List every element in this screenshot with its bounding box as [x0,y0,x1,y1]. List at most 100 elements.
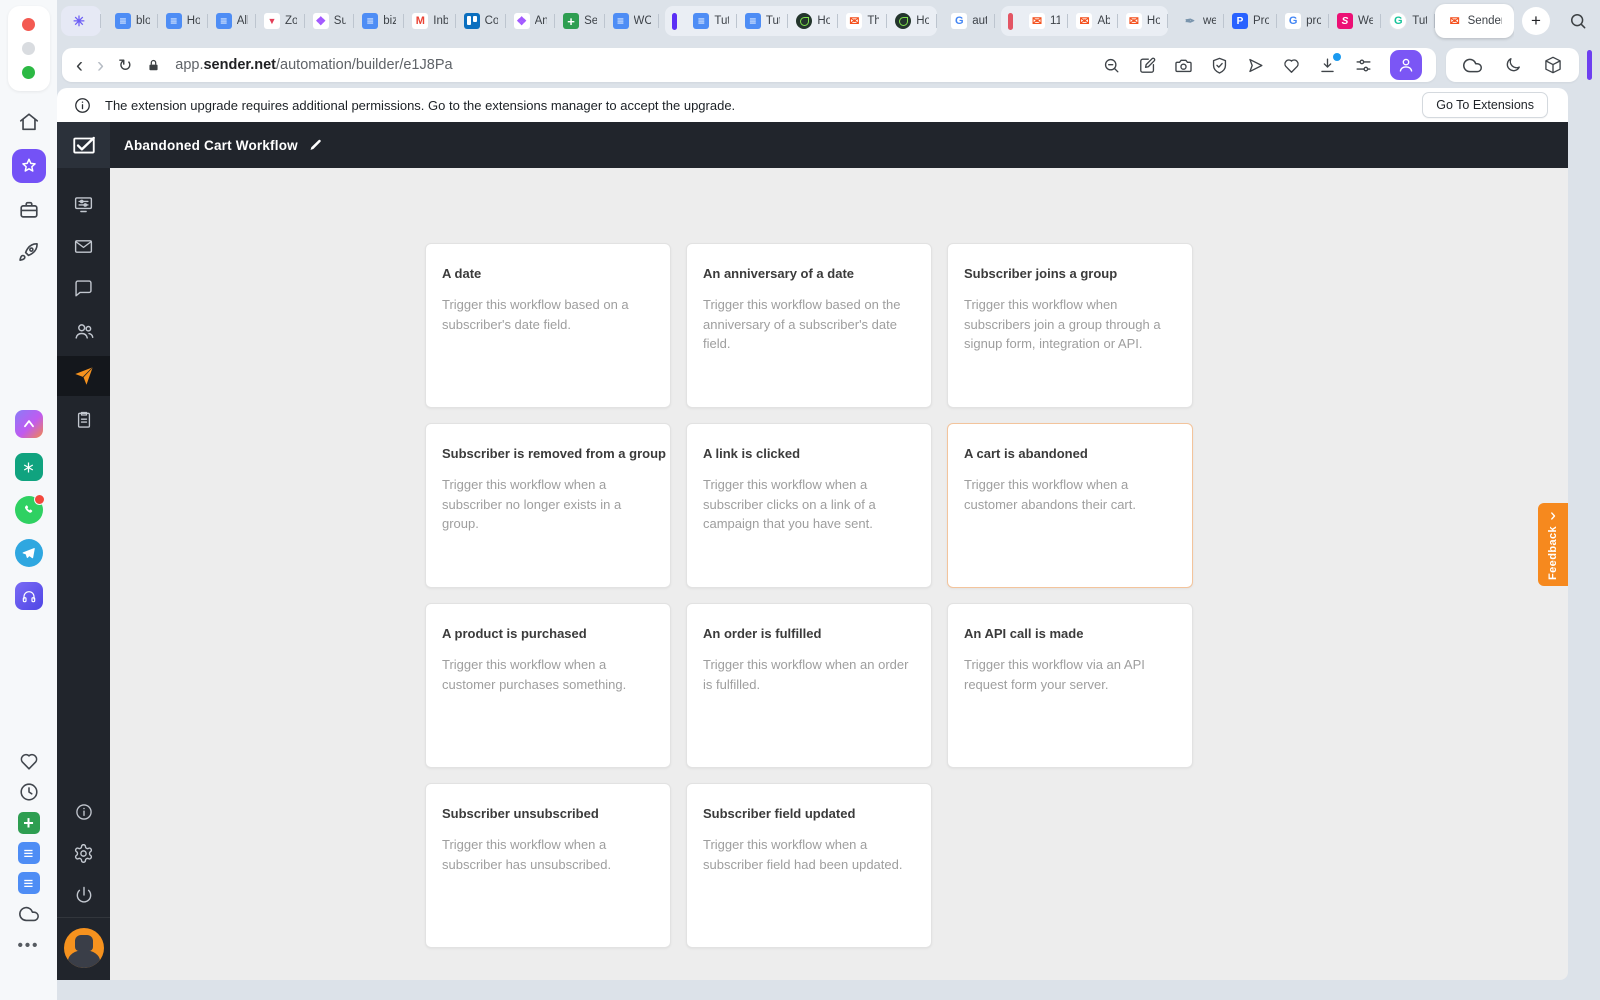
workflow-header: Abandoned Cart Workflow [57,122,1568,168]
sheets-app-icon[interactable] [17,812,40,834]
feedback-tab[interactable]: Feedback [1538,503,1568,586]
browser-tab[interactable]: Ho [1117,6,1169,36]
browser-tab[interactable]: We [1329,6,1382,36]
browser-tab[interactable]: Th [838,6,888,36]
trigger-card[interactable]: An order is fulfilled Trigger this workf… [686,603,932,768]
browser-tab[interactable] [664,6,686,36]
browser-tab[interactable]: we [1174,6,1225,36]
trigger-card[interactable]: Subscriber field updated Trigger this wo… [686,783,932,948]
home-icon[interactable] [18,111,40,133]
cloud-icon[interactable] [18,903,40,925]
browser-tab[interactable]: Ho [887,6,938,36]
arc-app-icon[interactable] [14,410,43,438]
trigger-card[interactable]: An API call is made Trigger this workflo… [947,603,1193,768]
automation-icon[interactable] [57,356,110,396]
browser-tab[interactable]: WC [605,6,660,36]
browser-tab[interactable]: Su [305,6,355,36]
chat-icon[interactable] [73,278,94,299]
forms-icon[interactable] [74,410,94,430]
minimize-window-button[interactable] [22,42,35,55]
cube-extension-icon[interactable] [1543,55,1563,75]
docs-app-icon[interactable] [17,842,40,864]
camera-icon[interactable] [1174,56,1193,75]
docs-app-icon[interactable] [17,872,40,894]
chatgpt-app-icon[interactable] [14,453,43,481]
trigger-card[interactable]: A cart is abandoned Trigger this workflo… [947,423,1193,588]
rocket-icon[interactable] [17,241,40,264]
browser-tab[interactable]: Tut [1381,6,1436,36]
tab-search-icon[interactable] [1568,11,1588,31]
browser-tab[interactable]: Zo [256,6,305,36]
browser-tab[interactable]: 11 [1021,6,1069,36]
trigger-card[interactable]: Subscriber is removed from a group Trigg… [425,423,671,588]
close-window-button[interactable] [22,18,35,31]
scroll-indicator[interactable] [1587,50,1592,80]
compose-icon[interactable] [1138,56,1157,75]
browser-tab[interactable] [1000,6,1022,36]
profile-button[interactable] [1390,50,1422,80]
browser-tab[interactable]: pro [1277,6,1329,36]
browser-tab[interactable]: Sender [1434,4,1514,38]
heart-icon[interactable] [1282,56,1301,75]
download-icon[interactable] [1318,52,1341,75]
zoom-out-icon[interactable] [1102,56,1121,75]
telegram-app-icon[interactable] [14,539,43,567]
trigger-card[interactable]: A date Trigger this workflow based on a … [425,243,671,408]
maximize-window-button[interactable] [22,66,35,79]
favorites-star-icon[interactable] [11,149,46,183]
subscribers-icon[interactable] [73,320,95,342]
whatsapp-app-icon[interactable] [14,494,45,524]
more-options-icon[interactable]: ••• [18,937,40,954]
browser-tab[interactable] [61,6,102,36]
address-bar[interactable]: ‹ › ↻ app.sender.net/automation/builder/… [62,48,1436,82]
edit-title-pencil-icon[interactable] [308,138,323,153]
lock-icon[interactable] [146,58,161,73]
workflow-title: Abandoned Cart Workflow [124,137,298,153]
trigger-card[interactable]: Subscriber unsubscribed Trigger this wor… [425,783,671,948]
forward-icon[interactable]: › [97,55,104,76]
briefcase-icon[interactable] [18,199,40,221]
trigger-card[interactable]: Subscriber joins a group Trigger this wo… [947,243,1193,408]
back-icon[interactable]: ‹ [76,55,83,76]
reload-icon[interactable]: ↻ [118,57,132,74]
moon-extension-icon[interactable] [1503,55,1523,75]
browser-tab[interactable]: Pro [1224,6,1278,36]
trigger-card[interactable]: An anniversary of a date Trigger this wo… [686,243,932,408]
new-tab-button[interactable]: + [1522,7,1550,35]
browser-tab[interactable]: Ho [158,6,208,36]
browser-tab[interactable]: aut [943,6,995,36]
trigger-card[interactable]: A link is clicked Trigger this workflow … [686,423,932,588]
browser-tab[interactable]: Inb [404,6,456,36]
browser-tab[interactable]: Tut [685,6,738,36]
browser-tab[interactable]: An [506,6,556,36]
browser-tab[interactable]: Ab [1068,6,1119,36]
history-clock-icon[interactable] [18,781,40,803]
url-text[interactable]: app.sender.net/automation/builder/e1J8Pa [175,57,1088,73]
browser-tab[interactable]: All [208,6,257,36]
sliders-icon[interactable] [1354,56,1373,75]
heart-icon[interactable] [18,750,40,772]
tab-favicon [263,13,280,29]
extension-notification-bar: The extension upgrade requires additiona… [57,88,1568,122]
send-icon[interactable] [1246,56,1265,75]
dashboard-icon[interactable] [73,194,94,215]
shield-check-icon[interactable] [1210,56,1229,75]
campaigns-mail-icon[interactable] [73,236,94,257]
trigger-card[interactable]: A product is purchased Trigger this work… [425,603,671,768]
browser-tab[interactable]: blo [107,6,158,36]
trigger-card-title: An API call is made [964,626,1084,641]
settings-gear-icon[interactable] [73,843,94,864]
browser-tab[interactable]: Ho [788,6,839,36]
browser-tab[interactable]: Co [456,6,506,36]
sender-logo[interactable] [57,122,110,168]
headphones-app-icon[interactable] [14,582,43,610]
workflow-canvas: A date Trigger this workflow based on a … [110,168,1568,980]
go-to-extensions-button[interactable]: Go To Extensions [1422,92,1548,118]
info-icon[interactable] [74,802,94,822]
cloud-extension-icon[interactable] [1462,55,1483,76]
user-avatar[interactable] [63,928,104,968]
browser-tab[interactable]: Tut [736,6,789,36]
browser-tab[interactable]: Se [555,6,605,36]
browser-tab[interactable]: biz [354,6,405,36]
logout-power-icon[interactable] [74,885,94,905]
